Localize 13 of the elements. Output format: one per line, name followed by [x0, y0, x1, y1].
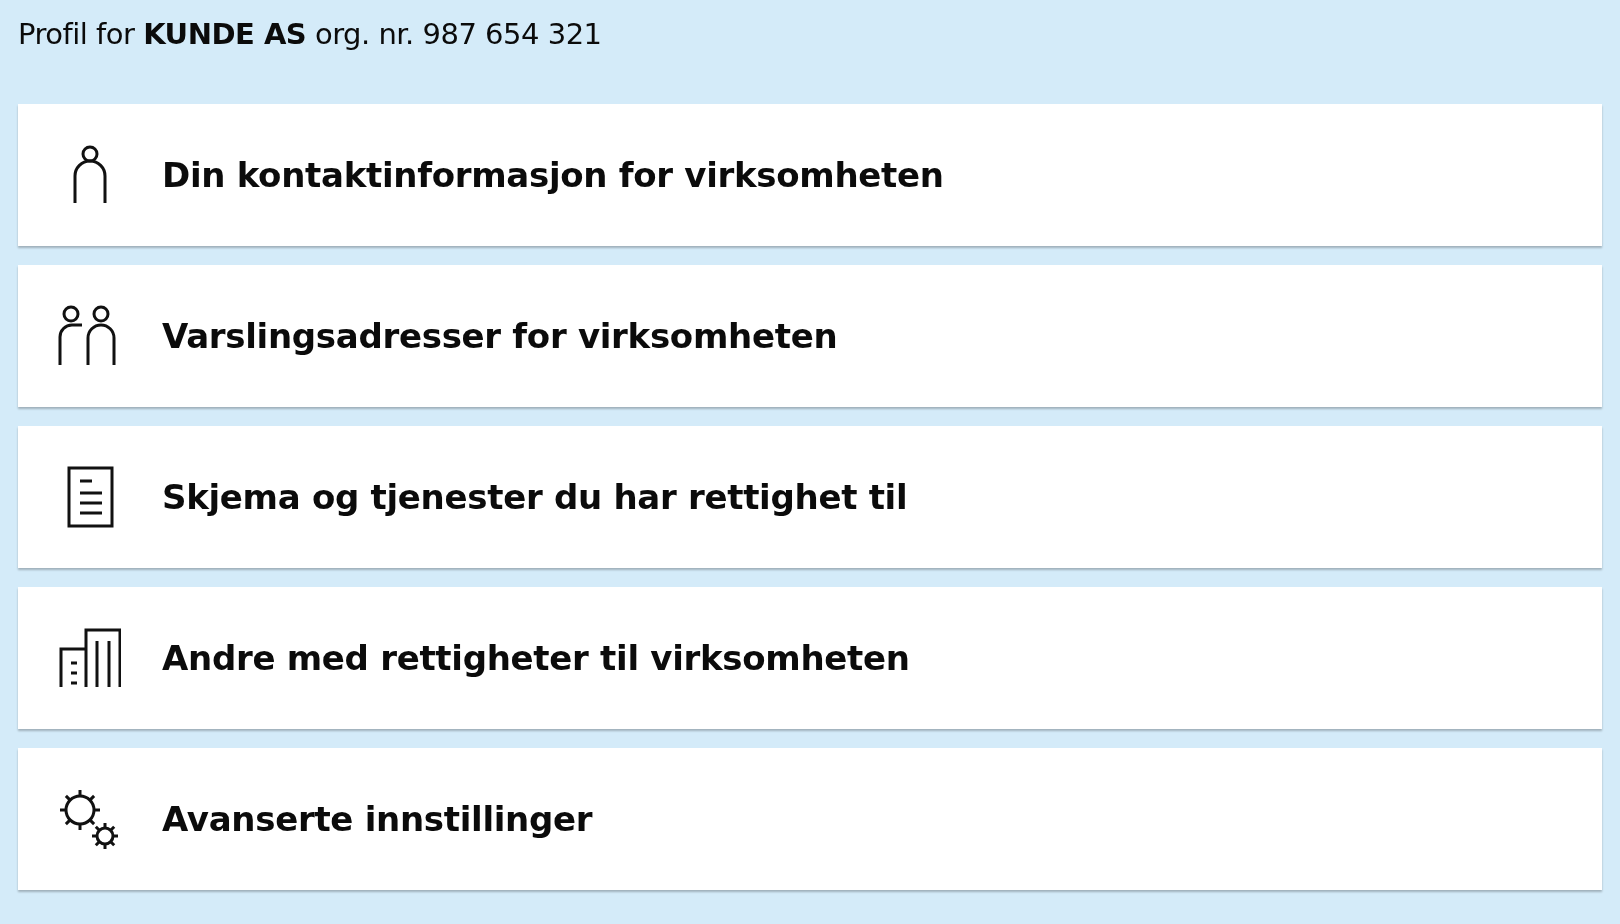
menu-item[interactable]: Din kontaktinformasjon for virksomheten — [18, 104, 1602, 246]
menu-item[interactable]: Skjema og tjenester du har rettighet til — [18, 426, 1602, 568]
profile-heading: Profil for KUNDE AS org. nr. 987 654 321 — [18, 16, 602, 53]
menu-item-label: Varslingsadresser for virksomheten — [162, 316, 838, 356]
menu-item-label: Avanserte innstillinger — [162, 799, 593, 839]
menu-item-label: Skjema og tjenester du har rettighet til — [162, 477, 908, 517]
menu-item-label: Din kontaktinformasjon for virksomheten — [162, 155, 944, 195]
document-icon — [66, 466, 114, 528]
menu-item-label: Andre med rettigheter til virksomheten — [162, 638, 910, 678]
menu-item[interactable]: Avanserte innstillinger — [18, 748, 1602, 890]
building-icon — [59, 627, 121, 689]
menu-item[interactable]: Andre med rettigheter til virksomheten — [18, 587, 1602, 729]
menu-item[interactable]: Varslingsadresser for virksomheten — [18, 265, 1602, 407]
